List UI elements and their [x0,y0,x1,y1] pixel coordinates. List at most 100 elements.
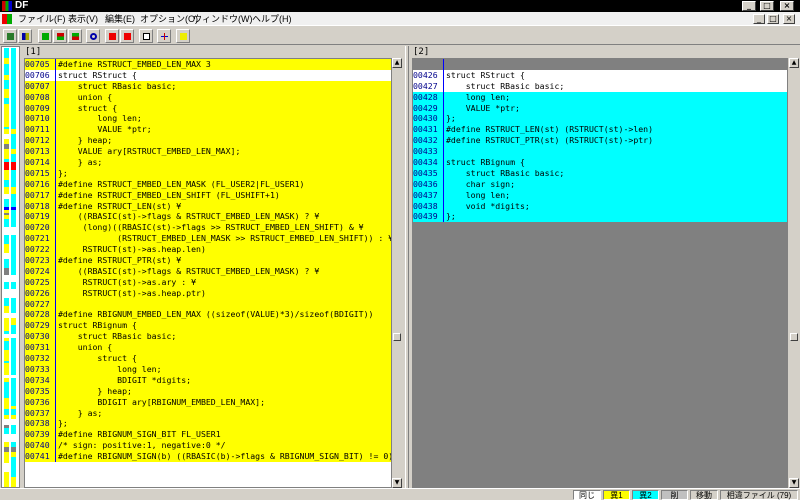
code-line[interactable]: 00428 long len; [413,91,787,103]
code-line[interactable]: 00709 struct { [25,102,391,114]
code-line[interactable]: 00434 struct RBignum { [413,157,787,168]
minimize-button[interactable]: _ [742,1,756,11]
code-line[interactable]: 00735 } heap; [25,385,391,397]
pane-2-scrollbar[interactable]: ▲ ▼ [789,58,799,488]
code-line[interactable]: 00729 struct RBignum { [25,320,391,332]
code-line[interactable]: 00432 #define RSTRUCT_PTR(st) (RSTRUCT(st… [413,135,787,147]
line-number: 00717 [25,189,56,201]
scroll-up-icon[interactable]: ▲ [789,58,799,68]
code-line[interactable]: 00733 long len; [25,363,391,375]
code-line[interactable]: 00439}; [413,211,787,223]
overview-segment [4,481,9,487]
menu-window[interactable]: ウィンドウ(W) [193,13,253,25]
code-line[interactable]: 00707 struct RBasic basic; [25,80,391,92]
pane-1-text[interactable]: 00705 #define RSTRUCT_EMBED_LEN_MAX 3 0070… [24,58,392,488]
code-line[interactable]: 00730 struct RBasic basic; [25,331,391,343]
down-red-icon[interactable] [120,29,134,43]
status-compare-file: 相違ファイル (79) [720,490,798,500]
code-line[interactable]: 00739 #define RBIGNUM_SIGN_BIT FL_USER1 [25,429,391,441]
code-line[interactable]: 00732 struct { [25,353,391,364]
pane-1-scrollbar[interactable]: ▲ ▼ [392,58,402,488]
next-diff-icon[interactable] [68,29,82,43]
code-line[interactable]: 00431 #define RSTRUCT_LEN(st) (RSTRUCT(st… [413,124,787,136]
code-line[interactable]: 00741 #define RBIGNUM_SIGN(b) ((RBASIC(b)… [25,451,391,462]
code-line[interactable]: 00711 VALUE *ptr; [25,124,391,136]
code-line[interactable]: 00426 struct RStruct { [413,69,787,81]
code-line[interactable]: 00435 struct RBasic basic; [413,167,787,179]
code-line[interactable]: 00433 [413,146,787,158]
code-line[interactable]: 00721 (RSTRUCT_EMBED_LEN_MASK >> RSTRUCT… [25,233,391,245]
menu-help[interactable]: ヘルプ(H) [252,13,292,25]
overview-segment [11,268,16,275]
code-line[interactable]: 00731 union { [25,342,391,354]
code-line[interactable]: 00714 } as; [25,157,391,168]
code-line[interactable]: 00726 RSTRUCT(st)->as.heap.ptr) [25,287,391,299]
code-line[interactable]: 00438 void *digits; [413,200,787,212]
overview-segment [4,268,9,275]
code-line[interactable]: 00436 char sign; [413,178,787,190]
menu-view[interactable]: 表示(V) [68,13,98,25]
code-line[interactable]: 00437 long len; [413,189,787,201]
line-text: union { [58,91,113,102]
code-line[interactable]: 00720 (long)((RBASIC(st)->flags >> RSTRU… [25,222,391,234]
pane-2-text[interactable]: 00426 struct RStruct {00427 struct RBasic… [412,58,788,488]
code-line[interactable]: 00715}; [25,167,391,179]
help-icon[interactable] [176,29,190,43]
code-line[interactable]: 00736 BDIGIT ary[RBIGNUM_EMBED_LEN_MAX]; [25,396,391,408]
copy-icon[interactable] [139,29,153,43]
menu-options[interactable]: オプション(O) [140,13,198,25]
code-line[interactable]: 00429 VALUE *ptr; [413,102,787,114]
overview-segment [11,227,16,235]
code-line[interactable]: 00722 RSTRUCT(st)->as.heap.len) [25,244,391,256]
code-line[interactable]: 00725 RSTRUCT(st)->as.ary : ¥ [25,276,391,288]
menu-file[interactable]: ファイル(F) [18,13,66,25]
code-line[interactable]: 00713 VALUE ary[RSTRUCT_EMBED_LEN_MAX]; [25,146,391,158]
code-line[interactable]: 00734 BDIGIT *digits; [25,374,391,386]
document-icon[interactable] [2,14,12,24]
first-diff-icon[interactable] [38,29,52,43]
scroll-up-icon[interactable]: ▲ [392,58,402,68]
code-line[interactable]: 00706 struct RStruct { [25,69,391,81]
scroll-down-icon[interactable]: ▼ [392,478,402,488]
diff-overview-map[interactable] [1,46,20,488]
app-icon[interactable] [2,1,12,11]
code-line[interactable]: 00737 } as; [25,407,391,419]
code-line[interactable]: 00719 ((RBASIC(st)->flags & RSTRUCT_EMBE… [25,211,391,223]
title-bar[interactable]: DF _ □ × [0,0,800,12]
new-compare-icon[interactable] [3,29,17,43]
code-line[interactable]: 00723 #define RSTRUCT_PTR(st) ¥ [25,255,391,266]
sync-icon[interactable] [157,29,171,43]
code-line[interactable]: 00727 [25,298,391,310]
close-button[interactable]: × [780,1,794,11]
scroll-thumb[interactable] [393,333,401,341]
code-line[interactable]: 00717 #define RSTRUCT_EMBED_LEN_SHIFT (FL… [25,189,391,201]
menu-edit[interactable]: 編集(E) [105,13,135,25]
overview-segment [4,180,9,187]
code-line[interactable] [413,59,787,70]
code-line[interactable]: 00705 #define RSTRUCT_EMBED_LEN_MAX 3 [25,59,391,70]
line-text: } heap; [58,135,113,146]
code-line[interactable]: 00708 union { [25,91,391,103]
child-restore-button[interactable]: □ [767,14,779,24]
up-red-icon[interactable] [105,29,119,43]
code-line[interactable]: 00710 long len; [25,113,391,125]
code-line[interactable]: 00427 struct RBasic basic; [413,80,787,92]
line-number: 00714 [25,157,56,168]
code-line[interactable]: 00712 } heap; [25,135,391,147]
maximize-button[interactable]: □ [760,1,774,11]
code-line[interactable]: 00718 #define RSTRUCT_LEN(st) ¥ [25,200,391,212]
code-line[interactable]: 00430}; [413,113,787,125]
scroll-down-icon[interactable]: ▼ [789,478,799,488]
refresh-icon[interactable] [86,29,100,43]
scroll-thumb[interactable] [790,333,798,341]
child-close-button[interactable]: × [783,14,795,24]
open-icon[interactable] [18,29,32,43]
prev-diff-icon[interactable] [53,29,67,43]
code-line[interactable]: 00728 #define RBIGNUM_EMBED_LEN_MAX ((siz… [25,309,391,321]
child-minimize-button[interactable]: _ [753,14,765,24]
code-line[interactable]: 00716 #define RSTRUCT_EMBED_LEN_MASK (FL_… [25,178,391,190]
code-line[interactable]: 00724 ((RBASIC(st)->flags & RSTRUCT_EMBE… [25,265,391,277]
line-number: 00712 [25,135,56,147]
code-line[interactable]: 00738}; [25,418,391,430]
code-line[interactable]: 00740/* sign: positive:1, negative:0 */ [25,440,391,452]
